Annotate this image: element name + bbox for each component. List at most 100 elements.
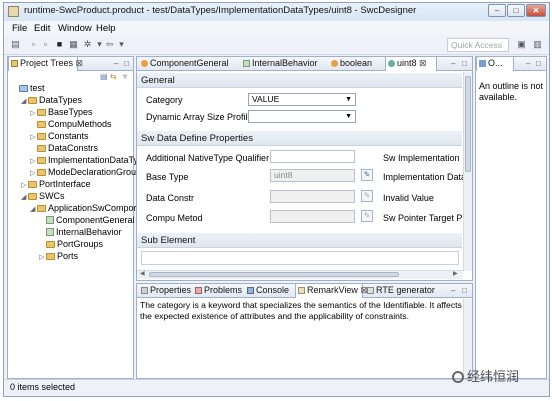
save-icon[interactable]: ▫	[28, 39, 39, 50]
twisty-icon[interactable]: ◢	[21, 192, 28, 203]
tree-item[interactable]: ▷ ImplementationDataTy	[30, 155, 138, 166]
folder-icon	[28, 193, 37, 200]
tree-item-label: CompuMethods	[48, 119, 112, 129]
tab-internal-behavior[interactable]: InternalBehavior	[241, 57, 327, 71]
tab-properties[interactable]: Properties	[139, 284, 191, 298]
gear-icon[interactable]: ✲	[82, 39, 93, 50]
twisty-icon[interactable]: ◢	[30, 204, 37, 215]
tree-item-label: PortInterface	[39, 179, 91, 189]
tab-remark-view[interactable]: RemarkView ⊠	[295, 284, 368, 298]
menu-window[interactable]: Window	[58, 23, 92, 34]
minimize-view-icon[interactable]: –	[114, 59, 118, 68]
compu-method-label: Compu Metod	[146, 213, 203, 223]
native-qualifier-input[interactable]	[270, 150, 355, 163]
print-icon[interactable]: ■	[54, 39, 65, 50]
element-icon	[46, 216, 54, 224]
editor-panel: ComponentGeneral InternalBehavior boolea…	[136, 56, 473, 281]
tree-item[interactable]: ComponentGeneral	[39, 215, 135, 226]
outline-icon	[479, 60, 486, 67]
menu-help[interactable]: Help	[96, 23, 116, 34]
scroll-right-icon[interactable]: ▶	[453, 270, 458, 277]
collapse-all-icon[interactable]: ▤	[100, 72, 108, 81]
twisty-icon[interactable]: ▷	[30, 168, 37, 179]
tree-item[interactable]: ◢ ApplicationSwCompor	[30, 203, 137, 214]
folder-icon	[37, 109, 46, 116]
tab-component-general[interactable]: ComponentGeneral	[139, 57, 229, 71]
tab-problems[interactable]: Problems	[193, 284, 243, 298]
tree-item[interactable]: DataConstrs	[30, 143, 98, 154]
status-text: 0 items selected	[10, 382, 76, 392]
tab-console[interactable]: Console	[245, 284, 293, 298]
save-all-icon[interactable]: ▫	[40, 39, 51, 50]
open-perspective-icon[interactable]: ▣	[516, 39, 527, 50]
category-label: Category	[146, 95, 183, 105]
twisty-icon[interactable]: ▷	[30, 108, 37, 119]
native-qualifier-label: Additional NativeType Qualifier	[146, 153, 270, 163]
category-select[interactable]: VALUE ▼	[248, 93, 356, 106]
array-size-profile-select[interactable]: ▼	[248, 110, 356, 123]
perspective-icon[interactable]: ▥	[532, 39, 543, 50]
menu-file[interactable]: File	[12, 23, 27, 34]
twisty-icon[interactable]: ▷	[30, 132, 37, 143]
scroll-left-icon[interactable]: ◀	[140, 270, 145, 277]
sw-pointer-target-label: Sw Pointer Target Pr	[383, 213, 466, 223]
view-menu-icon[interactable]: ▿	[123, 72, 127, 81]
editor-vertical-scrollbar[interactable]	[463, 72, 472, 271]
scroll-thumb[interactable]	[149, 272, 399, 277]
base-type-input[interactable]: uint8	[270, 169, 355, 182]
twisty-icon[interactable]: ◢	[21, 96, 28, 107]
tree-item[interactable]: CompuMethods	[30, 119, 112, 130]
folder-icon	[37, 133, 46, 140]
tab-rte-generator[interactable]: RTE generator	[365, 284, 439, 298]
editor-horizontal-scrollbar[interactable]: ◀ ▶	[137, 270, 463, 279]
tree-item[interactable]: ◢ SWCs	[21, 191, 65, 202]
quick-access-input[interactable]: Quick Access	[447, 38, 509, 52]
forward-icon[interactable]: ▾	[116, 39, 127, 50]
outline-panel: O... – □ An outline is not available.	[475, 56, 547, 379]
maximize-bottom-icon[interactable]: □	[462, 286, 467, 295]
twisty-icon[interactable]: ▷	[21, 180, 28, 191]
minimize-button[interactable]: –	[488, 4, 506, 17]
datatype-icon	[388, 60, 395, 67]
minimize-outline-icon[interactable]: –	[526, 59, 530, 68]
tab-outline[interactable]: O...	[476, 57, 514, 71]
data-constr-input[interactable]	[270, 190, 355, 203]
maximize-editor-icon[interactable]: □	[462, 59, 467, 68]
link-editor-icon[interactable]: ⇆	[110, 72, 117, 81]
tree-item[interactable]: ▷ Constants	[30, 131, 89, 142]
compu-method-input[interactable]	[270, 210, 355, 223]
minimize-bottom-icon[interactable]: –	[451, 286, 455, 295]
tab-boolean[interactable]: boolean	[329, 57, 381, 71]
new-icon[interactable]: ▤	[10, 39, 21, 50]
menu-edit[interactable]: Edit	[34, 23, 50, 34]
tree-item[interactable]: test	[12, 83, 45, 94]
tree-item[interactable]: ▷ ModeDeclarationGrou	[30, 167, 136, 178]
tree-item[interactable]: ◢ DataTypes	[21, 95, 82, 106]
folder-icon	[28, 181, 37, 188]
build-icon[interactable]: ▦	[68, 39, 79, 50]
edit-base-type-icon[interactable]: ✎	[361, 169, 373, 181]
edit-data-constr-icon[interactable]: ✎	[361, 190, 373, 202]
folder-icon	[37, 169, 46, 176]
tree-item[interactable]: ▷ Ports	[39, 251, 78, 262]
window-title: runtime-SwcProduct.product - test/DataTy…	[24, 5, 417, 16]
tab-project-trees[interactable]: Project Trees ⊠	[8, 57, 83, 71]
tree-item[interactable]: InternalBehavior	[39, 227, 122, 238]
scroll-thumb[interactable]	[465, 76, 471, 172]
tree-item[interactable]: PortGroups	[39, 239, 103, 250]
minimize-editor-icon[interactable]: –	[451, 59, 455, 68]
maximize-view-icon[interactable]: □	[124, 59, 129, 68]
data-constr-label: Data Constr	[146, 193, 195, 203]
twisty-icon[interactable]: ▷	[39, 252, 46, 263]
folder-icon	[28, 97, 37, 104]
twisty-icon[interactable]: ▷	[30, 156, 37, 167]
bottom-panel: Properties Problems Console RemarkView ⊠…	[136, 283, 473, 379]
tree-item[interactable]: ▷ PortInterface	[21, 179, 91, 190]
tree-item[interactable]: ▷ BaseTypes	[30, 107, 93, 118]
maximize-outline-icon[interactable]: □	[536, 59, 541, 68]
tab-uint8[interactable]: uint8 ⊠	[385, 57, 437, 71]
close-button[interactable]: ✕	[526, 4, 546, 17]
maximize-button[interactable]: □	[507, 4, 525, 17]
back-icon[interactable]: ⇦	[104, 39, 115, 50]
edit-compu-method-icon[interactable]: ✎	[361, 210, 373, 222]
